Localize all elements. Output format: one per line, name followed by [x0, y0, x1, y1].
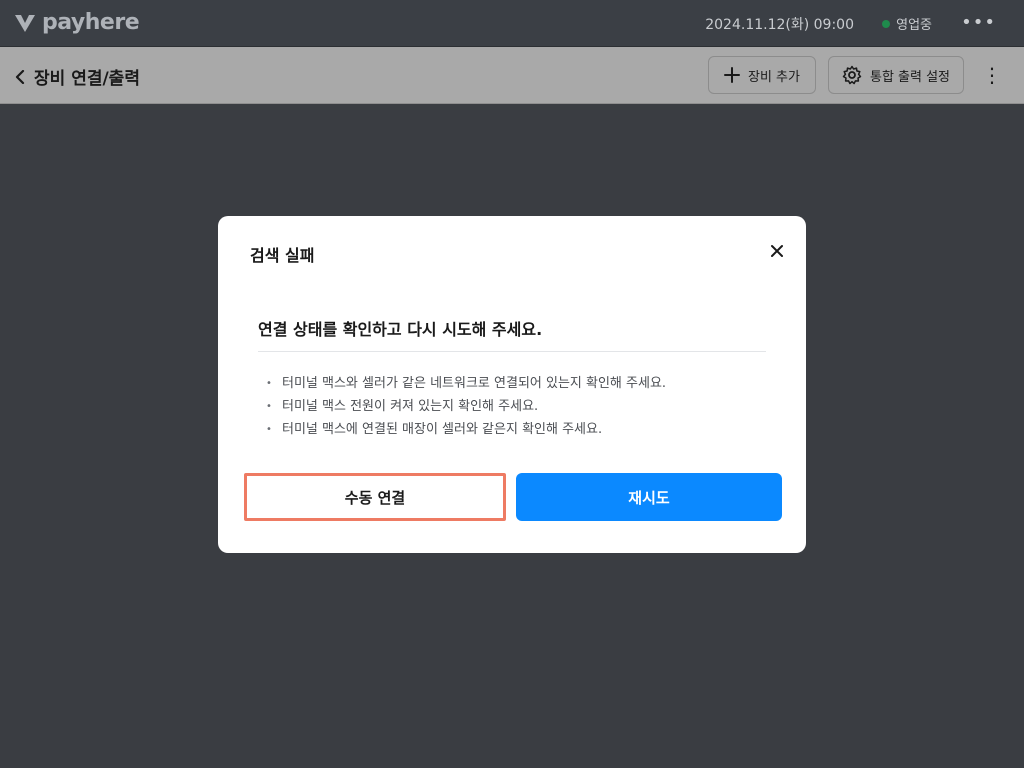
list-item: 터미널 맥스와 셀러가 같은 네트워크로 연결되어 있는지 확인해 주세요. — [266, 372, 666, 395]
datetime: 2024.11.12(화) 09:00 — [705, 17, 854, 33]
back-button[interactable]: 장비 연결/출력 — [14, 64, 140, 89]
logo-text: payhere — [42, 10, 140, 35]
add-device-button[interactable]: 장비 추가 — [708, 56, 816, 94]
business-status: 영업중 — [882, 14, 932, 33]
list-item: 터미널 맥스 전원이 켜져 있는지 확인해 주세요. — [266, 395, 666, 418]
dialog-headline: 연결 상태를 확인하고 다시 시도해 주세요. — [258, 320, 543, 339]
print-settings-button[interactable]: 통합 출력 설정 — [828, 56, 964, 94]
page-header: 장비 연결/출력 장비 추가 통합 출력 설정 ⋮ — [0, 47, 1024, 104]
manual-connect-button[interactable]: 수동 연결 — [244, 473, 506, 521]
gear-icon — [842, 65, 862, 85]
search-failed-dialog: 검색 실패 연결 상태를 확인하고 다시 시도해 주세요. 터미널 맥스와 셀러… — [218, 216, 806, 553]
divider — [258, 351, 766, 352]
close-icon[interactable] — [768, 242, 786, 260]
status-bar: payhere 2024.11.12(화) 09:00 영업중 ••• — [0, 0, 1024, 47]
retry-button[interactable]: 재시도 — [516, 473, 782, 521]
payhere-logo-icon — [15, 14, 35, 32]
troubleshooting-list: 터미널 맥스와 셀러가 같은 네트워크로 연결되어 있는지 확인해 주세요. 터… — [266, 372, 666, 441]
more-horizontal-icon[interactable]: ••• — [961, 12, 996, 33]
print-settings-label: 통합 출력 설정 — [869, 69, 951, 85]
add-device-label: 장비 추가 — [748, 69, 800, 85]
payhere-logo: payhere — [14, 10, 140, 35]
dialog-title: 검색 실패 — [250, 246, 315, 265]
more-vertical-icon[interactable]: ⋮ — [982, 61, 1002, 89]
chevron-left-icon — [15, 69, 25, 84]
plus-icon — [724, 67, 740, 83]
status-dot-icon — [882, 19, 891, 28]
status-label: 영업중 — [896, 18, 932, 33]
page-title: 장비 연결/출력 — [34, 69, 140, 89]
list-item: 터미널 맥스에 연결된 매장이 셀러와 같은지 확인해 주세요. — [266, 418, 666, 441]
app-window: payhere 2024.11.12(화) 09:00 영업중 ••• 장비 연… — [0, 0, 1024, 768]
